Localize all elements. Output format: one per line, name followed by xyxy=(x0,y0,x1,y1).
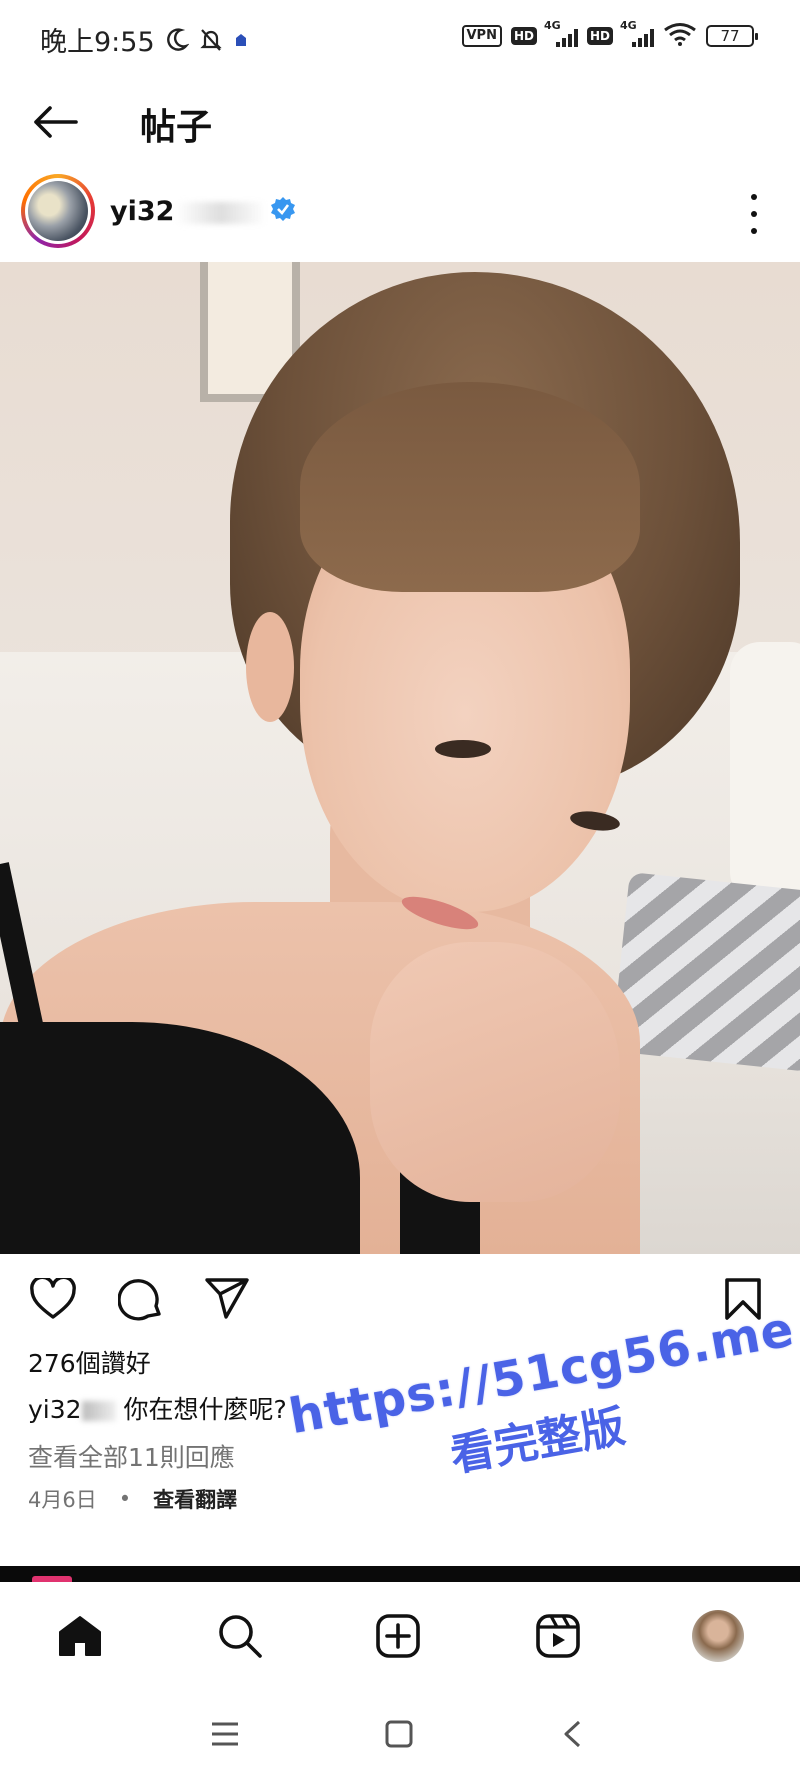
back-chevron-icon xyxy=(564,1720,581,1748)
post-author-avatar[interactable] xyxy=(21,174,95,248)
back-system-button[interactable] xyxy=(548,1712,598,1756)
signal-1-icon: 4G xyxy=(544,19,578,47)
bell-off-icon xyxy=(199,27,223,53)
post-image[interactable] xyxy=(0,262,800,1254)
app-notification-icon xyxy=(233,32,249,48)
status-time: 晚上9:55 xyxy=(40,27,155,58)
redacted-caption-username xyxy=(81,1401,116,1421)
add-icon xyxy=(376,1614,420,1658)
photo-hand xyxy=(370,942,620,1202)
battery-indicator: 77 xyxy=(706,25,758,47)
home-system-button[interactable] xyxy=(374,1712,424,1756)
share-button[interactable] xyxy=(200,1272,254,1326)
back-arrow-icon xyxy=(34,106,78,138)
heart-icon xyxy=(30,1278,76,1319)
verified-icon xyxy=(270,196,296,229)
nav-create[interactable] xyxy=(368,1606,428,1666)
comment-icon xyxy=(118,1279,161,1321)
like-button[interactable] xyxy=(26,1272,80,1326)
share-icon xyxy=(205,1278,249,1319)
next-post-edge xyxy=(0,1566,800,1582)
post-meta: 4月6日 • 查看翻譯 xyxy=(28,1484,237,1514)
caption-username[interactable]: yi32 xyxy=(28,1395,82,1424)
top-bar: 帖子 xyxy=(0,84,800,164)
profile-avatar[interactable] xyxy=(692,1610,744,1662)
home-icon xyxy=(59,1616,101,1656)
signal-2-icon: 4G xyxy=(620,19,654,47)
wifi-icon xyxy=(663,22,697,50)
reels-icon xyxy=(536,1614,580,1658)
post-caption: yi32 你在想什麼呢? xyxy=(28,1390,287,1426)
vpn-badge: VPN xyxy=(461,25,502,47)
meta-separator: • xyxy=(118,1487,132,1511)
like-count[interactable]: 276個讚好 xyxy=(28,1344,151,1380)
post-date: 4月6日 xyxy=(28,1488,97,1512)
more-options-button[interactable] xyxy=(742,194,766,234)
bottom-nav xyxy=(0,1584,800,1688)
page-title: 帖子 xyxy=(140,107,213,148)
back-button[interactable] xyxy=(28,100,82,144)
comment-button[interactable] xyxy=(114,1272,168,1326)
post-username[interactable]: yi32 xyxy=(110,196,296,229)
moon-icon xyxy=(165,27,189,53)
system-nav xyxy=(0,1690,800,1778)
status-left: 晚上9:55 xyxy=(40,20,249,59)
hd-badge-1: HD xyxy=(510,27,537,45)
nav-profile[interactable] xyxy=(688,1606,748,1666)
more-icon xyxy=(751,194,757,200)
menu-icon xyxy=(212,1722,238,1746)
view-all-comments-link[interactable]: 查看全部11則回應 xyxy=(28,1438,235,1474)
status-bar: 晚上9:55 VPN HD 4G HD 4G 77 xyxy=(0,0,800,76)
status-right: VPN HD 4G HD 4G 77 xyxy=(461,19,758,50)
redacted-username xyxy=(176,201,267,224)
recent-apps-button[interactable] xyxy=(200,1712,250,1756)
nav-home[interactable] xyxy=(50,1606,110,1666)
caption-text: 你在想什麼呢? xyxy=(123,1395,287,1424)
search-icon xyxy=(219,1615,262,1658)
nav-search[interactable] xyxy=(210,1606,270,1666)
nav-reels[interactable] xyxy=(528,1606,588,1666)
home-square-icon xyxy=(385,1720,413,1748)
hd-badge-2: HD xyxy=(586,27,613,45)
see-translation-link[interactable]: 查看翻譯 xyxy=(153,1484,237,1514)
post-header: yi32 xyxy=(0,168,800,258)
